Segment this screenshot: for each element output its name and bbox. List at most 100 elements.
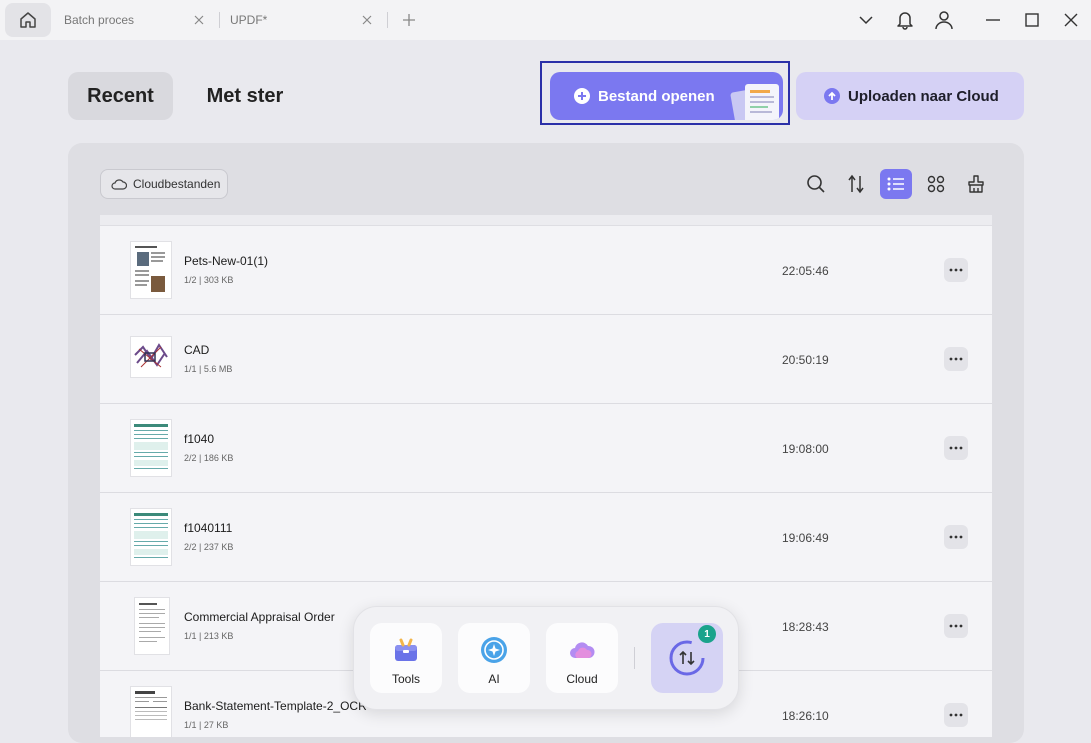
more-icon (949, 446, 963, 450)
more-options-button[interactable] (944, 703, 968, 727)
more-options-button[interactable] (944, 525, 968, 549)
file-name: f1040 (184, 432, 215, 446)
search-icon (807, 175, 825, 193)
grid-icon (927, 175, 945, 193)
new-tab-button[interactable] (399, 10, 419, 30)
cloud-files-button[interactable]: Cloudbestanden (100, 169, 228, 199)
tab-divider (387, 12, 388, 28)
table-row[interactable]: CAD 1/1 | 5.6 MB 20:50:19 (100, 315, 992, 404)
clear-history-button[interactable] (960, 169, 992, 199)
bell-icon (897, 12, 913, 30)
maximize-button[interactable] (1022, 10, 1042, 30)
file-thumbnail (131, 242, 171, 298)
tab-updf[interactable]: UPDF* (230, 8, 380, 32)
sync-icon (669, 640, 705, 676)
tabs-dropdown-button[interactable] (856, 10, 876, 30)
file-name: f1040111 (184, 521, 233, 535)
cloud-icon (570, 642, 595, 658)
tab-batch-process[interactable]: Batch proces (64, 8, 214, 32)
dock-ai-label: AI (488, 672, 500, 686)
ai-assistant-icon (481, 637, 507, 663)
sync-count-badge: 1 (698, 625, 716, 643)
table-row[interactable]: Pets-New-01(1) 1/2 | 303 KB 22:05:46 (100, 226, 992, 315)
broom-icon (968, 175, 984, 193)
sort-icon (848, 174, 864, 194)
account-button[interactable] (934, 10, 954, 30)
more-options-button[interactable] (944, 614, 968, 638)
tab-recent[interactable]: Recent (68, 72, 173, 120)
file-thumbnail (131, 420, 171, 476)
more-icon (949, 357, 963, 361)
close-icon (194, 15, 204, 25)
plus-circle-icon (574, 88, 590, 104)
home-icon (20, 12, 36, 28)
dock-divider (634, 647, 635, 669)
tab-label: UPDF* (230, 13, 268, 27)
list-view-button[interactable] (880, 169, 912, 199)
file-meta: 1/2 | 303 KB (184, 275, 234, 285)
tab-starred[interactable]: Met ster (190, 72, 300, 120)
minimize-button[interactable] (983, 10, 1003, 30)
file-meta: 1/1 | 5.6 MB (184, 364, 233, 374)
cloud-files-label: Cloudbestanden (133, 177, 221, 191)
home-button[interactable] (5, 3, 51, 37)
file-time: 18:26:10 (782, 709, 829, 723)
table-row[interactable]: f1040111 2/2 | 237 KB 19:06:49 (100, 493, 992, 582)
more-options-button[interactable] (944, 347, 968, 371)
tab-divider (219, 12, 220, 28)
table-row[interactable]: f1040 2/2 | 186 KB 19:08:00 (100, 404, 992, 493)
file-time: 22:05:46 (782, 264, 829, 278)
search-button[interactable] (800, 169, 832, 199)
more-icon (949, 535, 963, 539)
title-bar: Batch proces UPDF* (0, 0, 1091, 40)
dock-tools-label: Tools (391, 672, 420, 686)
tab-close-button[interactable] (358, 11, 376, 29)
dock-cloud-button[interactable]: Cloud (546, 623, 618, 693)
file-thumbnail (135, 598, 169, 654)
file-name: CAD (184, 343, 210, 357)
file-meta: 2/2 | 237 KB (184, 542, 234, 552)
close-window-button[interactable] (1061, 10, 1081, 30)
maximize-icon (1025, 13, 1039, 27)
more-icon (949, 268, 963, 272)
file-time: 19:06:49 (782, 531, 829, 545)
close-icon (1064, 13, 1078, 27)
file-time: 19:08:00 (782, 442, 829, 456)
file-time: 18:28:43 (782, 620, 829, 634)
dock-sync-button[interactable]: 1 (651, 623, 723, 693)
upload-cloud-button[interactable]: Uploaden naar Cloud (796, 72, 1024, 120)
file-name: Bank-Statement-Template-2_OCR (184, 699, 367, 713)
dock-cloud-label: Cloud (566, 672, 598, 686)
more-icon (949, 624, 963, 628)
file-meta: 2/2 | 186 KB (184, 453, 234, 463)
file-thumbnail (131, 687, 171, 737)
open-file-label: Bestand openen (598, 87, 715, 105)
open-file-button[interactable]: Bestand openen (550, 72, 783, 120)
sort-button[interactable] (840, 169, 872, 199)
dock-tools-button[interactable]: Tools (370, 623, 442, 693)
more-icon (949, 713, 963, 717)
toolbox-icon (395, 638, 417, 661)
file-name: Pets-New-01(1) (184, 254, 269, 268)
file-meta: 1/1 | 213 KB (184, 631, 234, 641)
grid-view-button[interactable] (920, 169, 952, 199)
upload-cloud-label: Uploaden naar Cloud (848, 87, 999, 105)
upload-icon (824, 88, 840, 104)
chevron-down-icon (859, 16, 873, 25)
file-name: Commercial Appraisal Order (184, 610, 335, 624)
more-options-button[interactable] (944, 258, 968, 282)
close-icon (362, 15, 372, 25)
list-icon (887, 177, 904, 191)
tab-close-button[interactable] (190, 11, 208, 29)
user-icon (935, 11, 953, 30)
list-scroll-edge (100, 215, 992, 226)
tab-label: Batch proces (64, 13, 135, 27)
documents-icon (730, 84, 779, 120)
file-meta: 1/1 | 27 KB (184, 720, 229, 730)
more-options-button[interactable] (944, 436, 968, 460)
quick-access-dock: Tools AI Cloud 1 (353, 606, 739, 710)
plus-icon (403, 14, 415, 26)
dock-ai-button[interactable]: AI (458, 623, 530, 693)
file-time: 20:50:19 (782, 353, 829, 367)
notifications-button[interactable] (895, 10, 915, 30)
